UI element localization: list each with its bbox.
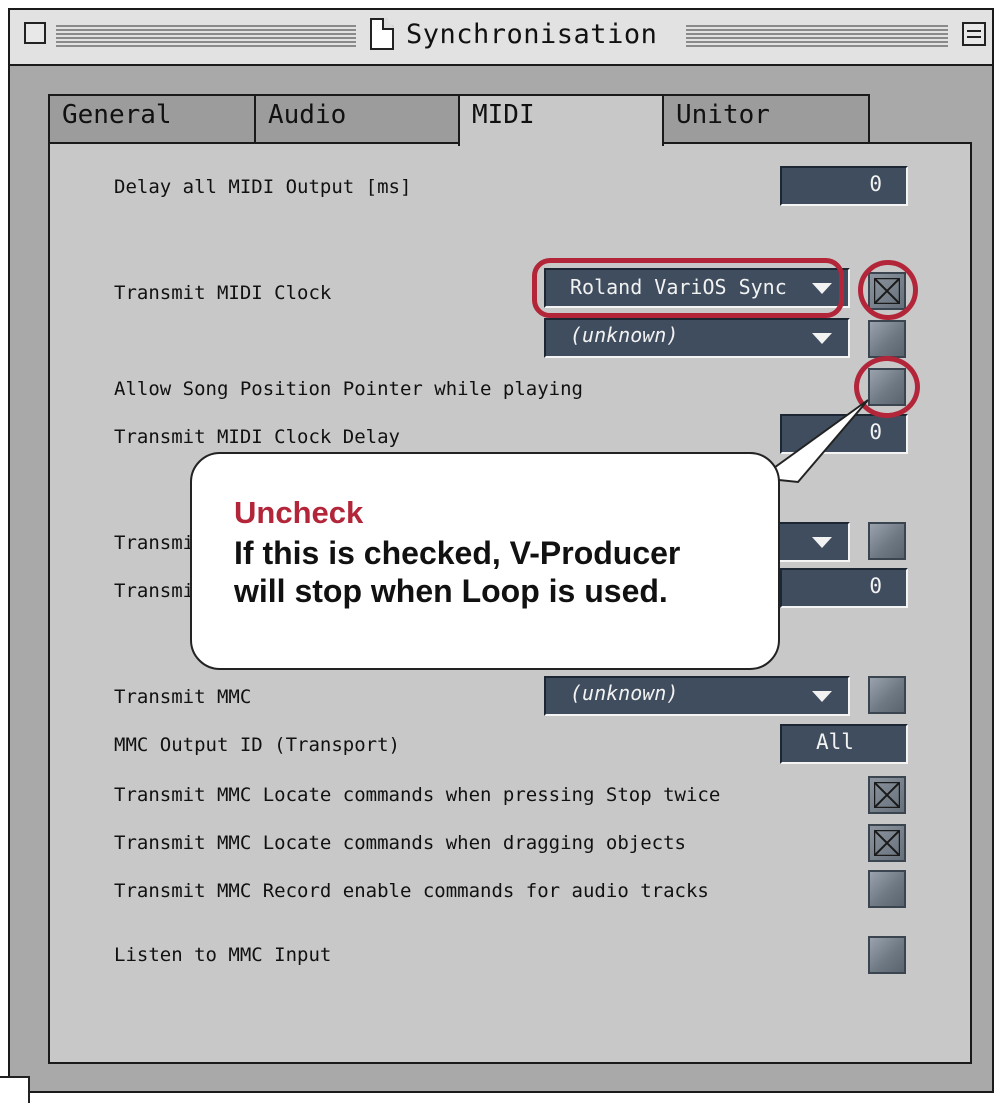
close-box-icon[interactable] bbox=[24, 22, 46, 44]
title-bar-stripes-left bbox=[56, 25, 356, 47]
check-x-icon bbox=[874, 782, 900, 808]
title-bar[interactable]: Synchronisation bbox=[10, 10, 992, 66]
clock-delay-label: Transmit MIDI Clock Delay bbox=[114, 426, 400, 448]
listen-mmc-checkbox[interactable] bbox=[868, 936, 906, 974]
midi-clock-port2-checkbox[interactable] bbox=[868, 320, 906, 358]
tab-midi[interactable]: MIDI bbox=[458, 94, 664, 146]
window-title-group: Synchronisation bbox=[362, 14, 666, 54]
callout-line-2: will stop when Loop is used. bbox=[234, 573, 668, 609]
song-position-label: Allow Song Position Pointer while playin… bbox=[114, 378, 583, 400]
mmc-locate-drag-checkbox[interactable] bbox=[868, 824, 906, 862]
delay-output-label: Delay all MIDI Output [ms] bbox=[114, 176, 412, 198]
midi-clock-port2-dropdown[interactable]: (unknown) bbox=[544, 318, 850, 358]
transmit-row-a-checkbox[interactable] bbox=[868, 522, 906, 560]
mmc-locate-drag-label: Transmit MMC Locate commands when draggi… bbox=[114, 832, 686, 854]
mmc-locate-stop-checkbox[interactable] bbox=[868, 776, 906, 814]
delay-output-field[interactable]: 0 bbox=[780, 166, 908, 206]
tab-general[interactable]: General bbox=[48, 94, 256, 144]
callout-title: Uncheck bbox=[234, 495, 364, 530]
tab-audio[interactable]: Audio bbox=[254, 94, 460, 144]
transmit-mmc-checkbox[interactable] bbox=[868, 676, 906, 714]
chevron-down-icon bbox=[812, 537, 832, 548]
midi-clock-port2-value: (unknown) bbox=[570, 323, 679, 347]
highlight-ring-port-dropdown bbox=[532, 258, 844, 318]
window-corner bbox=[0, 1076, 30, 1103]
mmc-output-id-field[interactable]: All bbox=[780, 724, 908, 764]
listen-mmc-label: Listen to MMC Input bbox=[114, 944, 332, 966]
transmit-row-b-label: Transmi bbox=[114, 580, 195, 602]
check-x-icon bbox=[874, 830, 900, 856]
callout-line-1: If this is checked, V-Producer bbox=[234, 535, 681, 571]
transmit-row-a-label: Transmi bbox=[114, 532, 195, 554]
transmit-mmc-dropdown[interactable]: (unknown) bbox=[544, 676, 850, 716]
mmc-record-enable-label: Transmit MMC Record enable commands for … bbox=[114, 880, 709, 902]
transmit-row-b-field[interactable]: 0 bbox=[780, 568, 908, 608]
highlight-ring-clock-checkbox bbox=[858, 260, 918, 320]
transmit-midi-clock-label: Transmit MIDI Clock bbox=[114, 282, 332, 304]
tab-unitor[interactable]: Unitor bbox=[662, 94, 870, 144]
chevron-down-icon bbox=[812, 691, 832, 702]
title-bar-stripes-right bbox=[686, 25, 948, 47]
chevron-down-icon bbox=[812, 333, 832, 344]
window-title: Synchronisation bbox=[406, 18, 658, 50]
transmit-mmc-label: Transmit MMC bbox=[114, 686, 252, 708]
zoom-box-icon[interactable] bbox=[962, 22, 986, 46]
callout-box: Uncheck If this is checked, V-Producer w… bbox=[190, 452, 780, 670]
mmc-output-id-label: MMC Output ID (Transport) bbox=[114, 734, 400, 756]
transmit-mmc-value: (unknown) bbox=[570, 681, 679, 705]
document-icon bbox=[370, 18, 394, 50]
mmc-record-enable-checkbox[interactable] bbox=[868, 870, 906, 908]
mmc-locate-stop-label: Transmit MMC Locate commands when pressi… bbox=[114, 784, 721, 806]
